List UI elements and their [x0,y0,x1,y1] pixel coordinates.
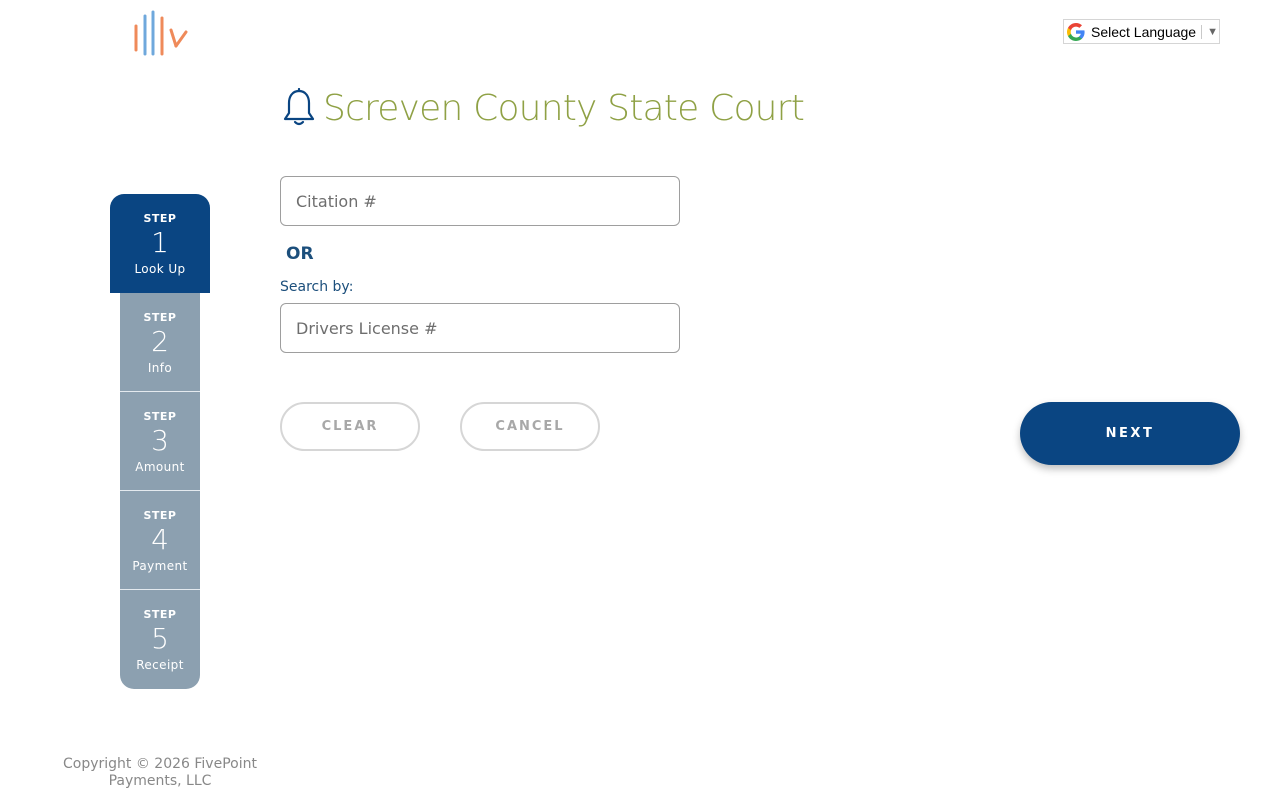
step-label: STEP [143,410,177,423]
copyright-line-2: Payments, LLC [108,773,212,789]
citation-input[interactable] [280,176,680,226]
clear-button[interactable]: CLEAR [280,402,420,451]
chevron-down-icon: ▼ [1207,25,1218,38]
step-3-amount: STEP 3 Amount [120,392,200,491]
drivers-license-input[interactable] [280,303,680,353]
copyright-line-1: Copyright © 2026 FivePoint [63,756,257,772]
step-number: 4 [151,523,169,556]
step-number: 3 [151,424,169,457]
step-name: Amount [135,460,185,474]
copyright: Copyright © 2026 FivePoint Payments, LLC [60,756,260,790]
page-header: Screven County State Court [283,84,805,132]
step-5-receipt: STEP 5 Receipt [120,590,200,689]
step-4-payment: STEP 4 Payment [120,491,200,590]
step-name: Receipt [136,658,184,672]
step-1-look-up: STEP 1 Look Up [110,194,210,293]
fivepoint-logo-icon[interactable] [133,10,189,56]
step-2-info: STEP 2 Info [120,293,200,392]
page: Select Language ▼ Screven County State C… [0,0,1280,800]
search-by-label: Search by: [280,279,354,295]
step-label: STEP [143,509,177,522]
step-number: 2 [151,325,169,358]
page-title: Screven County State Court [323,87,805,129]
step-label: STEP [143,608,177,621]
step-label: STEP [143,311,177,324]
step-number: 5 [151,622,169,655]
step-number: 1 [151,226,169,259]
or-separator: OR [286,244,314,264]
language-select[interactable]: Select Language ▼ [1063,19,1220,44]
language-label: Select Language [1091,23,1197,40]
step-name: Look Up [134,262,186,276]
bell-icon [283,88,315,128]
step-name: Payment [132,559,188,573]
divider [1201,24,1203,39]
next-button[interactable]: NEXT [1020,402,1240,465]
cancel-button[interactable]: CANCEL [460,402,600,451]
step-label: STEP [143,212,177,225]
google-icon [1067,22,1085,41]
step-indicator: STEP 1 Look Up STEP 2 Info STEP 3 Amount… [110,194,210,689]
step-name: Info [147,361,173,375]
